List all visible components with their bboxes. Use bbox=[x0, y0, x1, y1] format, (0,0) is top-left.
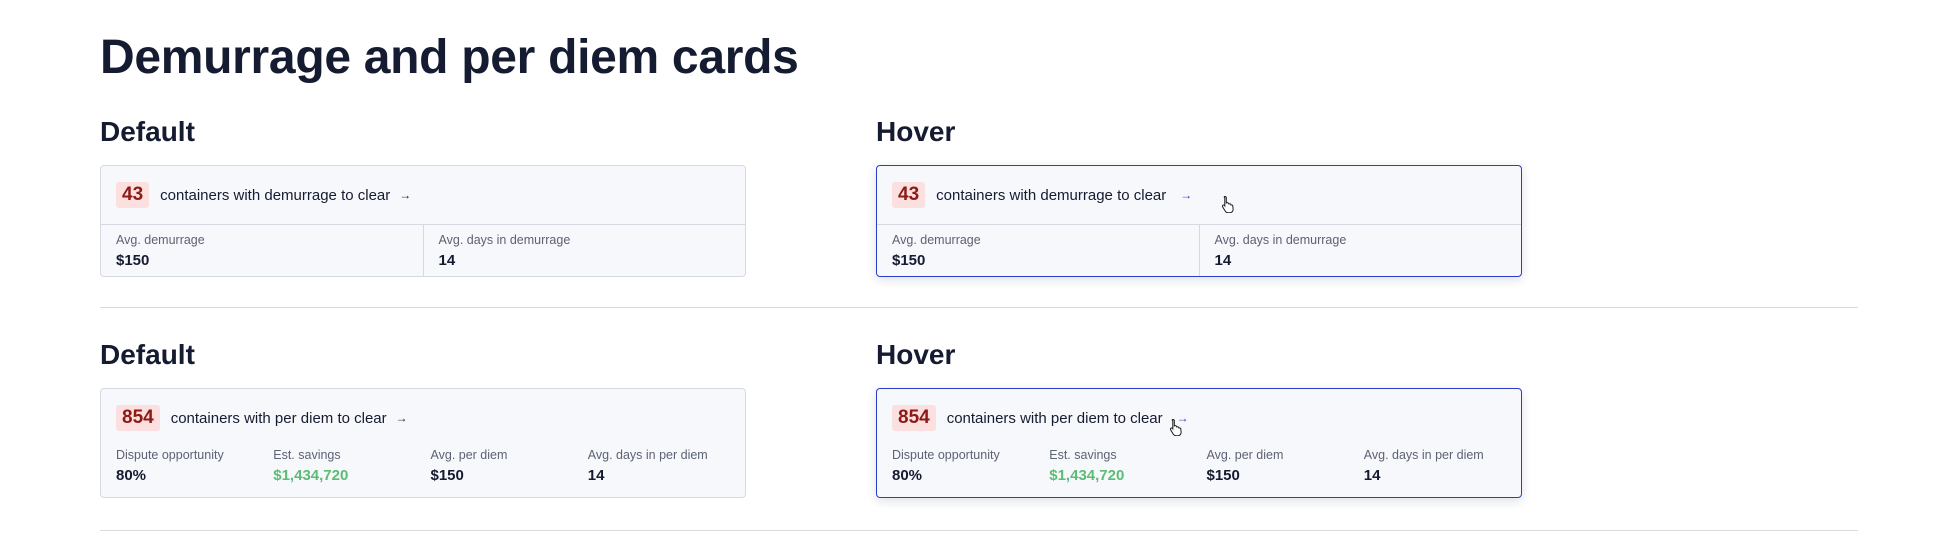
stat-label: Avg. days in per diem bbox=[1363, 448, 1484, 462]
stat-label: Avg. days in demurrage bbox=[1214, 233, 1347, 247]
container-count-badge: 854 bbox=[116, 405, 160, 431]
hand-pointer-cursor-icon bbox=[1169, 418, 1182, 436]
stat-label: Dispute opportunity bbox=[116, 448, 224, 462]
card-header: 854 containers with per diem to clear → bbox=[101, 389, 745, 447]
stat-value: 14 bbox=[1214, 252, 1232, 269]
demurrage-card-hover[interactable]: 43 containers with demurrage to clear → … bbox=[876, 165, 1522, 277]
card-headline: containers with demurrage to clear bbox=[160, 186, 391, 204]
stat-avg-days-in-per-diem: Avg. days in per diem 14 bbox=[588, 447, 745, 497]
stat-avg-days-in-demurrage: Avg. days in demurrage 14 bbox=[1198, 225, 1522, 276]
section-label-default-per-diem: Default bbox=[100, 339, 195, 370]
card-stats: Dispute opportunity 80% Est. savings $1,… bbox=[101, 447, 745, 497]
stat-dispute-opportunity: Dispute opportunity 80% bbox=[116, 447, 273, 497]
stat-value: 80% bbox=[116, 467, 147, 484]
arrow-right-icon: → bbox=[395, 411, 408, 425]
container-count-badge: 854 bbox=[892, 405, 936, 431]
stat-avg-demurrage: Avg. demurrage $150 bbox=[101, 225, 423, 276]
card-stats: Dispute opportunity 80% Est. savings $1,… bbox=[877, 447, 1521, 497]
card-stats: Avg. demurrage $150 Avg. days in demurra… bbox=[877, 224, 1521, 276]
section-divider bbox=[100, 307, 1858, 308]
stat-value: $150 bbox=[116, 252, 150, 269]
per-diem-card-default[interactable]: 854 containers with per diem to clear → … bbox=[100, 388, 746, 498]
stat-value: 80% bbox=[892, 467, 923, 484]
card-stats: Avg. demurrage $150 Avg. days in demurra… bbox=[101, 224, 745, 276]
container-count-badge: 43 bbox=[116, 182, 150, 208]
stat-avg-demurrage: Avg. demurrage $150 bbox=[877, 225, 1199, 276]
stat-avg-per-diem: Avg. per diem $150 bbox=[431, 447, 588, 497]
stat-value: $1,434,720 bbox=[273, 467, 349, 484]
stat-value: $1,434,720 bbox=[1049, 467, 1125, 484]
stat-label: Avg. demurrage bbox=[892, 233, 981, 247]
card-headline: containers with per diem to clear bbox=[170, 409, 387, 427]
stat-value: $150 bbox=[892, 252, 926, 269]
stat-avg-days-in-demurrage: Avg. days in demurrage 14 bbox=[422, 225, 746, 276]
stat-value: 14 bbox=[438, 252, 456, 269]
demurrage-card-default[interactable]: 43 containers with demurrage to clear → … bbox=[100, 165, 746, 277]
card-header: 43 containers with demurrage to clear → bbox=[877, 166, 1521, 224]
arrow-right-icon: → bbox=[399, 188, 412, 202]
card-header: 854 containers with per diem to clear → bbox=[877, 389, 1521, 447]
card-header: 43 containers with demurrage to clear → bbox=[101, 166, 745, 224]
stat-label: Avg. days in demurrage bbox=[438, 233, 571, 247]
page: Demurrage and per diem cards Default Hov… bbox=[0, 0, 1945, 559]
stat-est-savings: Est. savings $1,434,720 bbox=[1049, 447, 1206, 497]
hand-pointer-cursor-icon bbox=[1221, 195, 1234, 213]
section-label-hover-per-diem: Hover bbox=[876, 339, 956, 370]
stat-label: Est. savings bbox=[1049, 448, 1117, 462]
stat-avg-per-diem: Avg. per diem $150 bbox=[1207, 447, 1364, 497]
stat-label: Avg. per diem bbox=[1206, 448, 1284, 462]
arrow-right-icon: → bbox=[1180, 188, 1193, 202]
page-title: Demurrage and per diem cards bbox=[100, 31, 799, 84]
stat-value: 14 bbox=[587, 467, 605, 484]
container-count-badge: 43 bbox=[892, 182, 926, 208]
stat-avg-days-in-per-diem: Avg. days in per diem 14 bbox=[1364, 447, 1521, 497]
stat-label: Avg. per diem bbox=[430, 448, 508, 462]
stat-value: $150 bbox=[430, 467, 464, 484]
per-diem-card-hover[interactable]: 854 containers with per diem to clear → … bbox=[876, 388, 1522, 498]
card-headline: containers with per diem to clear bbox=[946, 409, 1163, 427]
stat-label: Avg. days in per diem bbox=[587, 448, 708, 462]
stat-value: 14 bbox=[1363, 467, 1381, 484]
stat-label: Est. savings bbox=[273, 448, 341, 462]
section-label-hover-demurrage: Hover bbox=[876, 116, 956, 147]
section-label-default-demurrage: Default bbox=[100, 116, 195, 147]
stat-label: Dispute opportunity bbox=[892, 448, 1000, 462]
stat-est-savings: Est. savings $1,434,720 bbox=[273, 447, 430, 497]
stat-label: Avg. demurrage bbox=[116, 233, 205, 247]
stat-value: $150 bbox=[1206, 467, 1240, 484]
section-divider bbox=[100, 530, 1858, 531]
stat-dispute-opportunity: Dispute opportunity 80% bbox=[892, 447, 1049, 497]
card-headline: containers with demurrage to clear bbox=[936, 186, 1167, 204]
